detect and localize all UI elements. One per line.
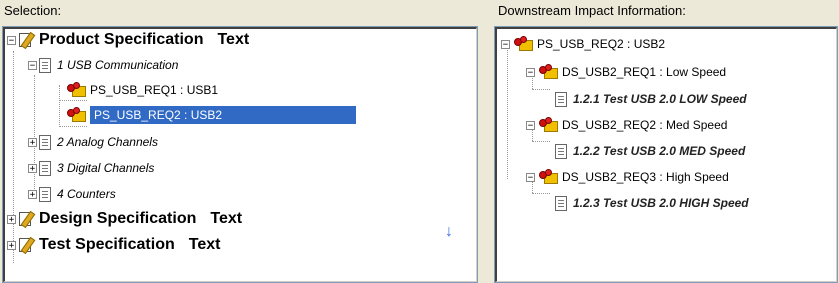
- tree-node-counters[interactable]: + 4 Counters: [28, 183, 116, 205]
- impact-node-root[interactable]: − PS_USB_REQ2 : USB2: [501, 33, 665, 55]
- usb-communication-label: 1 USB Communication: [57, 58, 179, 72]
- design-spec-text-label: Text: [210, 210, 243, 227]
- product-spec-text-label: Text: [217, 31, 250, 48]
- counters-label: 4 Counters: [57, 187, 116, 201]
- spec-edit-icon: [18, 236, 36, 255]
- test3-label: 1.2.3 Test USB 2.0 HIGH Speed: [573, 196, 749, 210]
- analog-label: 2 Analog Channels: [57, 135, 158, 149]
- tree-line: [507, 47, 508, 179]
- impact-node-test1[interactable]: 1.2.1 Test USB 2.0 LOW Speed: [555, 88, 747, 110]
- ds3-label: DS_USB2_REQ3 : High Speed: [562, 170, 729, 184]
- impact-node-ds1[interactable]: − DS_USB2_REQ1 : Low Speed: [526, 61, 726, 83]
- impact-node-test2[interactable]: 1.2.2 Test USB 2.0 MED Speed: [555, 140, 745, 162]
- collapse-toggle[interactable]: −: [526, 120, 535, 130]
- requirement-icon: [65, 107, 87, 123]
- expand-toggle[interactable]: +: [28, 189, 37, 199]
- collapse-toggle[interactable]: −: [7, 35, 16, 45]
- requirement-icon: [512, 36, 534, 52]
- selection-tree[interactable]: − Product Specification Text − 1 USB Comm…: [2, 26, 478, 283]
- tree-line: [59, 126, 87, 127]
- product-spec-label: Product Specification: [39, 31, 204, 48]
- requirement-icon: [537, 169, 559, 185]
- tree-line: [532, 141, 550, 142]
- collapse-toggle[interactable]: −: [28, 60, 37, 70]
- collapse-toggle[interactable]: −: [526, 172, 535, 182]
- impact-tree[interactable]: − PS_USB_REQ2 : USB2 − DS_USB2_REQ1 : Lo…: [494, 26, 838, 283]
- document-icon: [39, 186, 51, 202]
- test2-label: 1.2.2 Test USB 2.0 MED Speed: [573, 144, 746, 158]
- tree-line: [532, 193, 550, 194]
- document-icon: [555, 91, 567, 107]
- req2-label-selected: PS_USB_REQ2 : USB2: [90, 106, 356, 124]
- tree-line: [59, 85, 60, 127]
- ds2-label: DS_USB2_REQ2 : Med Speed: [562, 118, 728, 132]
- requirement-icon: [537, 117, 559, 133]
- expand-toggle[interactable]: +: [7, 240, 16, 250]
- impact-node-test3[interactable]: 1.2.3 Test USB 2.0 HIGH Speed: [555, 192, 749, 214]
- requirement-icon: [65, 82, 87, 98]
- document-icon: [39, 57, 51, 73]
- test-spec-text-label: Text: [188, 236, 221, 253]
- requirement-icon: [537, 64, 559, 80]
- tree-node-req1[interactable]: PS_USB_REQ1 : USB1: [65, 79, 218, 101]
- collapse-toggle[interactable]: −: [501, 39, 510, 49]
- expand-toggle[interactable]: +: [28, 137, 37, 147]
- document-icon: [39, 134, 51, 150]
- impact-node-ds3[interactable]: − DS_USB2_REQ3 : High Speed: [526, 166, 729, 188]
- tree-node-test-spec[interactable]: + Test Specification Text: [7, 234, 220, 256]
- expand-toggle[interactable]: +: [7, 214, 16, 224]
- spec-edit-icon: [18, 210, 36, 229]
- design-spec-label: Design Specification: [39, 210, 197, 227]
- tree-node-analog[interactable]: + 2 Analog Channels: [28, 131, 158, 153]
- ds1-label: DS_USB2_REQ1 : Low Speed: [562, 65, 727, 79]
- down-arrow-icon[interactable]: ↓: [445, 223, 453, 241]
- selection-panel-header: Selection:: [4, 3, 62, 18]
- test1-label: 1.2.1 Test USB 2.0 LOW Speed: [573, 92, 747, 106]
- tree-node-digital[interactable]: + 3 Digital Channels: [28, 157, 154, 179]
- tree-node-usb-communication[interactable]: − 1 USB Communication: [28, 54, 178, 76]
- tree-line: [13, 51, 14, 263]
- tree-node-req2[interactable]: PS_USB_REQ2 : USB2: [65, 104, 356, 126]
- document-icon: [555, 143, 567, 159]
- impact-node-ds2[interactable]: − DS_USB2_REQ2 : Med Speed: [526, 114, 727, 136]
- test-spec-label: Test Specification: [39, 236, 175, 253]
- digital-label: 3 Digital Channels: [57, 161, 155, 175]
- req1-label: PS_USB_REQ1 : USB1: [90, 83, 219, 97]
- impact-root-label: PS_USB_REQ2 : USB2: [537, 37, 666, 51]
- panel-splitter[interactable]: [482, 0, 490, 283]
- impact-panel-header: Downstream Impact Information:: [498, 3, 686, 18]
- collapse-toggle[interactable]: −: [526, 67, 535, 77]
- expand-toggle[interactable]: +: [28, 163, 37, 173]
- spec-edit-icon: [18, 31, 36, 50]
- tree-node-product-spec[interactable]: − Product Specification Text: [7, 29, 249, 51]
- tree-node-design-spec[interactable]: + Design Specification Text: [7, 208, 242, 230]
- tree-line: [532, 89, 550, 90]
- document-icon: [39, 160, 51, 176]
- document-icon: [555, 195, 567, 211]
